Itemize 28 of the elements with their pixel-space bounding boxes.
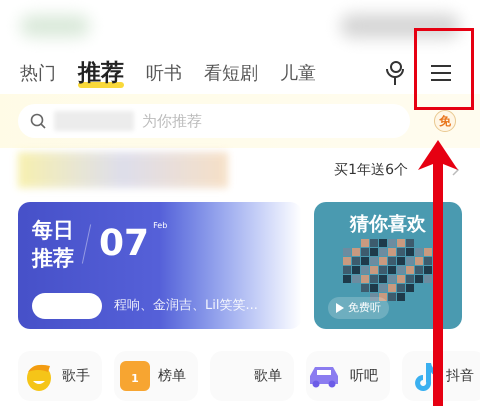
artist-list: 程响、金润吉、Lil笑笑...	[114, 296, 258, 316]
shortcut-label: 听吧	[350, 366, 378, 386]
search-input[interactable]: 为你推荐	[142, 110, 398, 132]
card-title: 推荐	[32, 245, 74, 272]
search-field[interactable]: 为你推荐	[18, 104, 410, 138]
tab[interactable]: 推荐	[78, 56, 124, 90]
shortcut-label: 歌手	[62, 366, 90, 386]
tab[interactable]: 儿童	[280, 60, 316, 86]
tab[interactable]: 看短剧	[204, 60, 258, 86]
tab[interactable]: 热门	[20, 60, 56, 86]
play-icon	[336, 303, 344, 313]
card-title: 猜你喜欢	[350, 212, 426, 237]
day-number: 07	[99, 222, 150, 266]
promo-text[interactable]: 买1年送6个	[334, 160, 408, 180]
menu-icon[interactable]	[430, 64, 452, 82]
shortcut-item[interactable]: 歌手	[18, 351, 102, 401]
search-icon	[30, 113, 46, 129]
shortcut-label: 榜单	[158, 366, 186, 386]
shortcut-label: 抖音	[446, 366, 474, 386]
month-label: Feb	[153, 220, 168, 232]
tab[interactable]: 听书	[146, 60, 182, 86]
shortcut-label: 歌单	[254, 366, 282, 386]
shortcut-item[interactable]: 1 榜单	[114, 351, 198, 401]
play-pill-button[interactable]	[32, 293, 102, 319]
podium-icon: 1	[120, 361, 150, 391]
shortcut-item[interactable]: 歌单	[210, 351, 294, 401]
card-title: 每日	[32, 217, 74, 244]
shortcut-item[interactable]: 听吧	[306, 351, 390, 401]
